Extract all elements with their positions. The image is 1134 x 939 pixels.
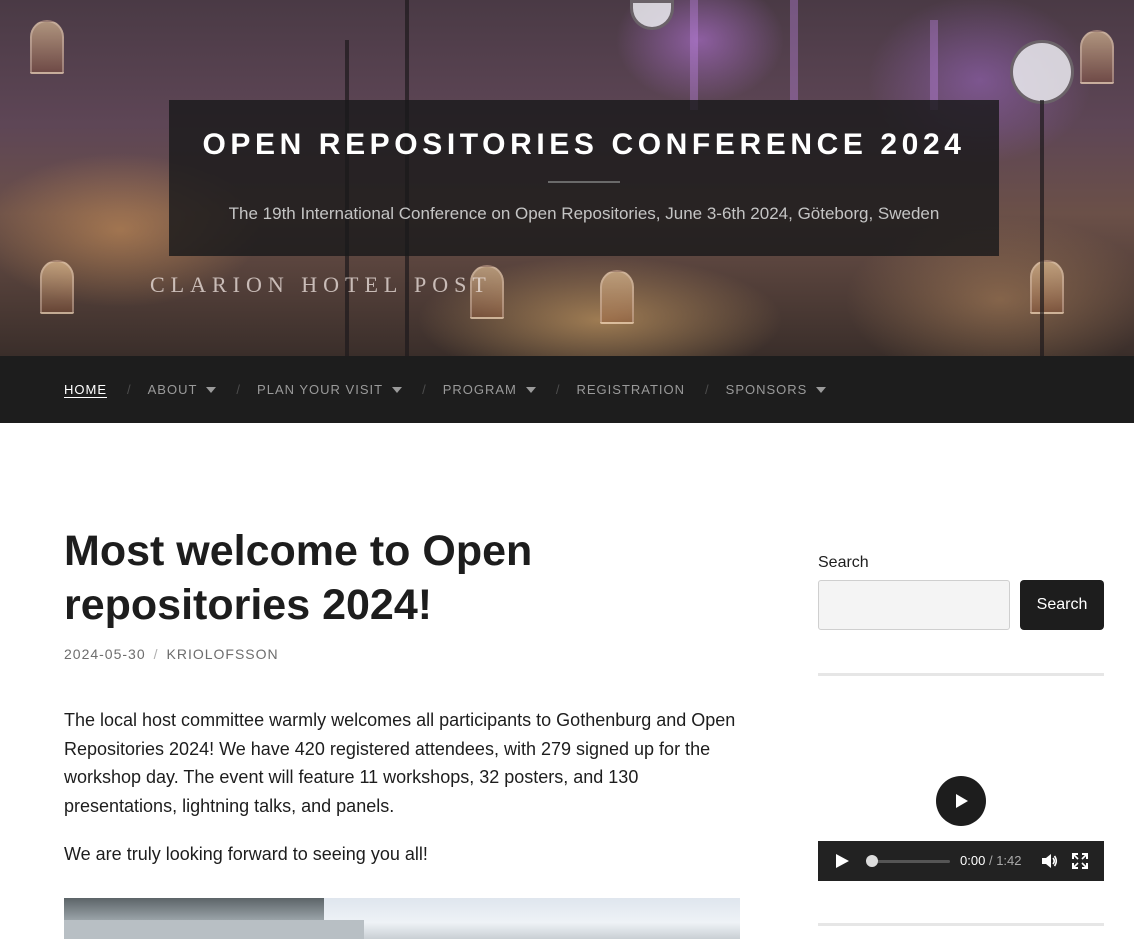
video-play-button[interactable] [936,776,986,826]
caret-down-icon[interactable] [206,386,217,393]
nav-item-label[interactable]: ABOUT [148,382,198,397]
main-navigation: HOME / ABOUT / PLAN YOUR VISIT / PROGRAM… [0,356,1134,423]
meta-separator: / [153,646,159,662]
video-time: 0:00 / 1:42 [960,853,1022,868]
nav-separator: / [705,382,710,397]
nav-item-registration[interactable]: REGISTRATION [576,382,685,397]
site-branding: OPEN REPOSITORIES CONFERENCE 2024 The 19… [169,100,999,256]
time-separator: / [988,853,993,868]
video-duration: 1:42 [996,853,1022,868]
widget-divider [818,673,1104,676]
video-progress-handle[interactable] [866,855,878,867]
fullscreen-icon[interactable] [1071,852,1089,870]
search-button[interactable]: Search [1020,580,1104,630]
play-icon [956,794,968,808]
post-paragraph: We are truly looking forward to seeing y… [64,844,428,864]
widget-divider [818,923,1104,926]
nav-item-plan-your-visit[interactable]: PLAN YOUR VISIT [257,382,403,397]
site-header: CLARION HOTEL POST OPEN REPOSITORIES CON… [0,0,1134,356]
post-date[interactable]: 2024-05-30 [64,646,146,662]
nav-item-label[interactable]: PLAN YOUR VISIT [257,382,383,397]
nav-item-label[interactable]: SPONSORS [726,382,808,397]
nav-separator: / [555,382,561,397]
play-icon[interactable] [834,853,850,869]
video-current-time: 0:00 [960,853,986,868]
nav-item-home[interactable]: HOME [64,382,107,397]
title-divider [548,181,620,183]
nav-menu: HOME / ABOUT / PLAN YOUR VISIT / PROGRAM… [64,356,827,423]
post-author[interactable]: KRIOLOFSSON [167,646,279,662]
site-title[interactable]: OPEN REPOSITORIES CONFERENCE 2024 [169,128,999,162]
caret-down-icon[interactable] [525,386,536,393]
hero-sign-text: CLARION HOTEL POST [150,272,492,297]
caret-down-icon[interactable] [392,386,403,393]
post-image [64,898,740,939]
post-title[interactable]: Most welcome to Open repositories 2024! [64,524,664,632]
search-input[interactable] [818,580,1010,630]
nav-item-about[interactable]: ABOUT [148,382,217,397]
site-description: The 19th International Conference on Ope… [228,204,940,223]
caret-down-icon[interactable] [816,386,827,393]
video-progress-track[interactable] [872,860,950,863]
post-paragraph: The local host committee warmly welcomes… [64,710,736,816]
nav-item-label[interactable]: HOME [64,382,107,397]
nav-item-program[interactable]: PROGRAM [443,382,536,397]
post-meta: 2024-05-30 / KRIOLOFSSON [64,646,279,662]
search-label: Search [818,554,869,571]
post-content: The local host committee warmly welcomes… [64,706,740,889]
video-controls: 0:00 / 1:42 [818,841,1104,881]
nav-item-label[interactable]: REGISTRATION [576,382,685,397]
nav-item-sponsors[interactable]: SPONSORS [726,382,827,397]
nav-item-label[interactable]: PROGRAM [443,382,517,397]
nav-separator: / [236,382,242,397]
nav-separator: / [127,382,132,397]
volume-icon[interactable] [1040,852,1058,870]
nav-separator: / [422,382,427,397]
